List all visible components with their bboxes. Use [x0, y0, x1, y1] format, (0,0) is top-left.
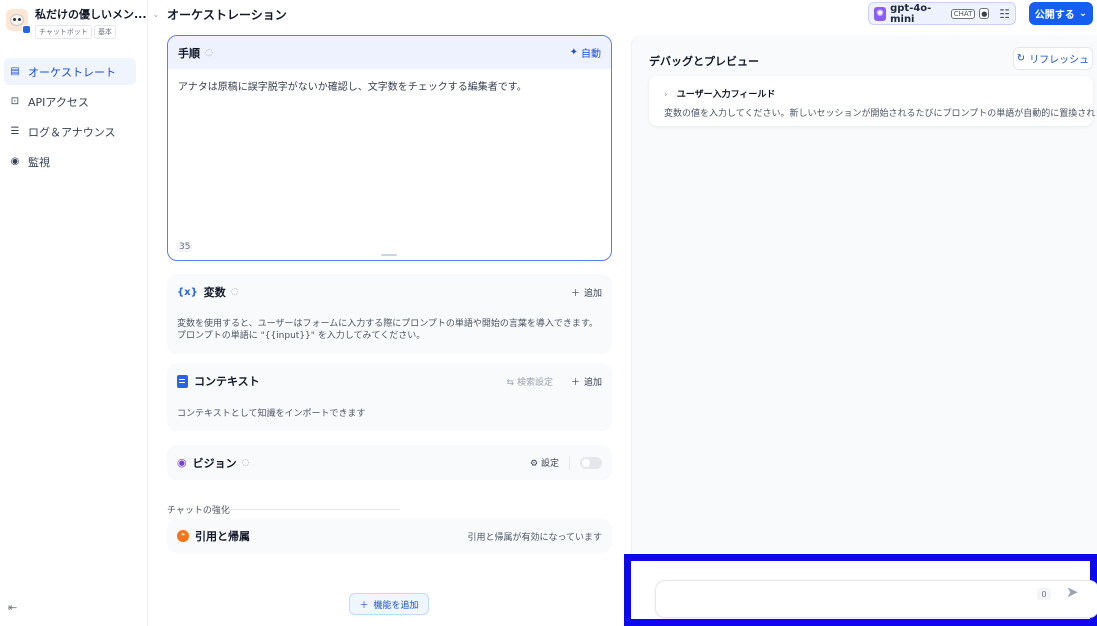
refresh-label: リフレッシュ	[1029, 55, 1090, 66]
prompt-char-count: 35	[177, 242, 193, 252]
user-fields-description: 変数の値を入力してください。新しいセッションが開始されるたびにプロンプトの単語が…	[664, 109, 1097, 119]
plus-icon: ＋	[570, 288, 580, 299]
sidebar-item-label: APIアクセス	[28, 95, 89, 109]
chevron-right-icon: ›	[664, 90, 668, 100]
chevron-down-icon[interactable]: ⌄	[153, 10, 160, 19]
vision-title: ビジョン	[192, 456, 237, 470]
refresh-icon: ↻	[1016, 53, 1026, 64]
app-type-tag: チャットボット	[35, 25, 92, 39]
help-icon[interactable]: ◌	[205, 48, 213, 58]
gear-icon: ⚙	[530, 459, 539, 469]
context-panel: コンテキスト ⇆ 検索設定 ＋ 追加 コンテキストとして知識をインポートできます	[167, 363, 612, 431]
plus-icon: ＋	[359, 600, 369, 611]
add-label: 追加	[583, 377, 602, 388]
debug-title: デバッグとプレビュー	[649, 55, 759, 68]
add-label: 追加	[583, 288, 602, 299]
app-mode-tag: 基本	[93, 25, 116, 39]
citation-panel: ❝ 引用と帰属 引用と帰属が有効になっています	[167, 519, 612, 553]
sidebar-item-label: オーケストレート	[28, 65, 116, 79]
refresh-button[interactable]: ↻ リフレッシュ	[1013, 47, 1093, 70]
retrieval-settings-button[interactable]: ⇆ 検索設定	[507, 375, 553, 388]
user-fields-title: ユーザー入力フィールド	[676, 90, 776, 100]
divider	[569, 455, 570, 470]
chat-input[interactable]	[655, 580, 1097, 618]
citation-icon: ❝	[177, 530, 189, 542]
model-params-icon[interactable]: ☷	[999, 7, 1010, 21]
sidebar: 私だけの優しいメン... ⌄ チャットボット 基本 ▤ オーケストレート ⊡ A…	[0, 0, 159, 626]
sidebar-item-monitor[interactable]: ◉ 監視	[4, 148, 136, 175]
prompt-textarea[interactable]: アナタは原稿に誤字脱字がないか確認し、文字数をチェックする編集者です。	[168, 69, 611, 102]
vision-support-icon: ●	[979, 8, 990, 19]
add-context-button[interactable]: ＋ 追加	[571, 375, 602, 388]
model-selector[interactable]: ✺ gpt-4o-mini CHAT ● ☷	[868, 2, 1016, 25]
help-icon[interactable]: ◌	[242, 458, 250, 468]
publish-button[interactable]: 公開する ⌄	[1029, 2, 1093, 25]
vision-panel: ◉ ビジョン ◌ ⚙ 設定	[167, 445, 612, 480]
openai-logo-icon: ✺	[874, 6, 887, 21]
resize-handle[interactable]	[381, 254, 397, 256]
send-icon[interactable]: ➤	[1066, 583, 1079, 601]
add-feature-label: 機能を追加	[373, 600, 419, 611]
monitor-icon: ◉	[10, 156, 20, 167]
sidebar-item-label: ログ＆アナウンス	[28, 125, 116, 139]
chat-char-count: 0	[1037, 588, 1051, 600]
api-terminal-icon: ⊡	[10, 96, 20, 107]
context-title: コンテキスト	[194, 375, 260, 388]
sidebar-item-orchestrate[interactable]: ▤ オーケストレート	[4, 58, 136, 85]
citation-title: 引用と帰属	[195, 530, 250, 543]
settings-sliders-icon: ⇆	[506, 377, 515, 388]
user-input-fields-card[interactable]: › ユーザー入力フィールド 変数の値を入力してください。新しいセッションが開始さ…	[649, 76, 1097, 126]
plus-icon: ＋	[570, 377, 580, 388]
vision-toggle[interactable]	[580, 456, 602, 469]
variables-title: 変数	[203, 286, 226, 299]
app-title: 私だけの優しいメン...	[35, 8, 147, 21]
chat-input-highlight	[624, 554, 1097, 626]
model-mode-badge: CHAT	[950, 8, 976, 19]
help-icon[interactable]: ◌	[231, 287, 239, 297]
chatbot-badge-icon	[22, 25, 31, 34]
eye-icon: ◉	[177, 456, 187, 469]
sparkle-icon: ✦	[569, 47, 578, 58]
divider	[228, 509, 400, 510]
vision-settings-button[interactable]: ⚙ 設定	[530, 456, 559, 469]
sidebar-item-logs[interactable]: ☰ ログ＆アナウンス	[4, 118, 136, 145]
sidebar-nav: ▤ オーケストレート ⊡ APIアクセス ☰ ログ＆アナウンス ◉ 監視	[0, 58, 148, 178]
auto-generate-button[interactable]: ✦ 自動	[570, 45, 601, 60]
citation-status: 引用と帰属が有効になっています	[467, 532, 602, 543]
variables-panel: {x} 変数 ◌ ＋ 追加 変数を使用すると、ユーザーはフォームに入力する際にプ…	[167, 274, 612, 354]
log-icon: ☰	[10, 126, 20, 137]
variables-description: 変数を使用すると、ユーザーはフォームに入力する際にプロンプトの単語や開始の言葉を…	[177, 319, 599, 341]
add-feature-button[interactable]: ＋ 機能を追加	[349, 593, 429, 615]
chat-enhance-section-label: チャットの強化	[167, 506, 230, 516]
auto-label: 自動	[581, 49, 601, 60]
prompt-title: 手順	[178, 46, 200, 60]
orchestrate-icon: ▤	[10, 66, 20, 77]
sidebar-item-api-access[interactable]: ⊡ APIアクセス	[4, 88, 136, 115]
context-description: コンテキストとして知識をインポートできます	[177, 409, 366, 419]
prompt-editor-card: 手順 ◌ ✦ 自動 アナタは原稿に誤字脱字がないか確認し、文字数をチェックする編…	[167, 35, 612, 261]
publish-label: 公開する	[1034, 10, 1075, 21]
page-title: オーケストレーション	[167, 8, 287, 22]
collapse-sidebar-icon[interactable]: ⇤	[8, 601, 17, 614]
sidebar-item-label: 監視	[28, 155, 50, 169]
chevron-down-icon: ⌄	[1078, 8, 1088, 19]
app-switcher[interactable]: 私だけの優しいメン... ⌄ チャットボット 基本	[6, 6, 159, 42]
add-variable-button[interactable]: ＋ 追加	[571, 286, 602, 299]
document-icon	[177, 374, 188, 388]
retrieval-label: 検索設定	[516, 377, 553, 388]
model-name: gpt-4o-mini	[890, 2, 932, 25]
debug-preview-panel: デバッグとプレビュー ↻ リフレッシュ › ユーザー入力フィールド 変数の値を入…	[631, 35, 1097, 626]
app-avatar	[6, 9, 31, 34]
variable-icon: {x}	[177, 286, 198, 298]
settings-label: 設定	[540, 459, 559, 469]
